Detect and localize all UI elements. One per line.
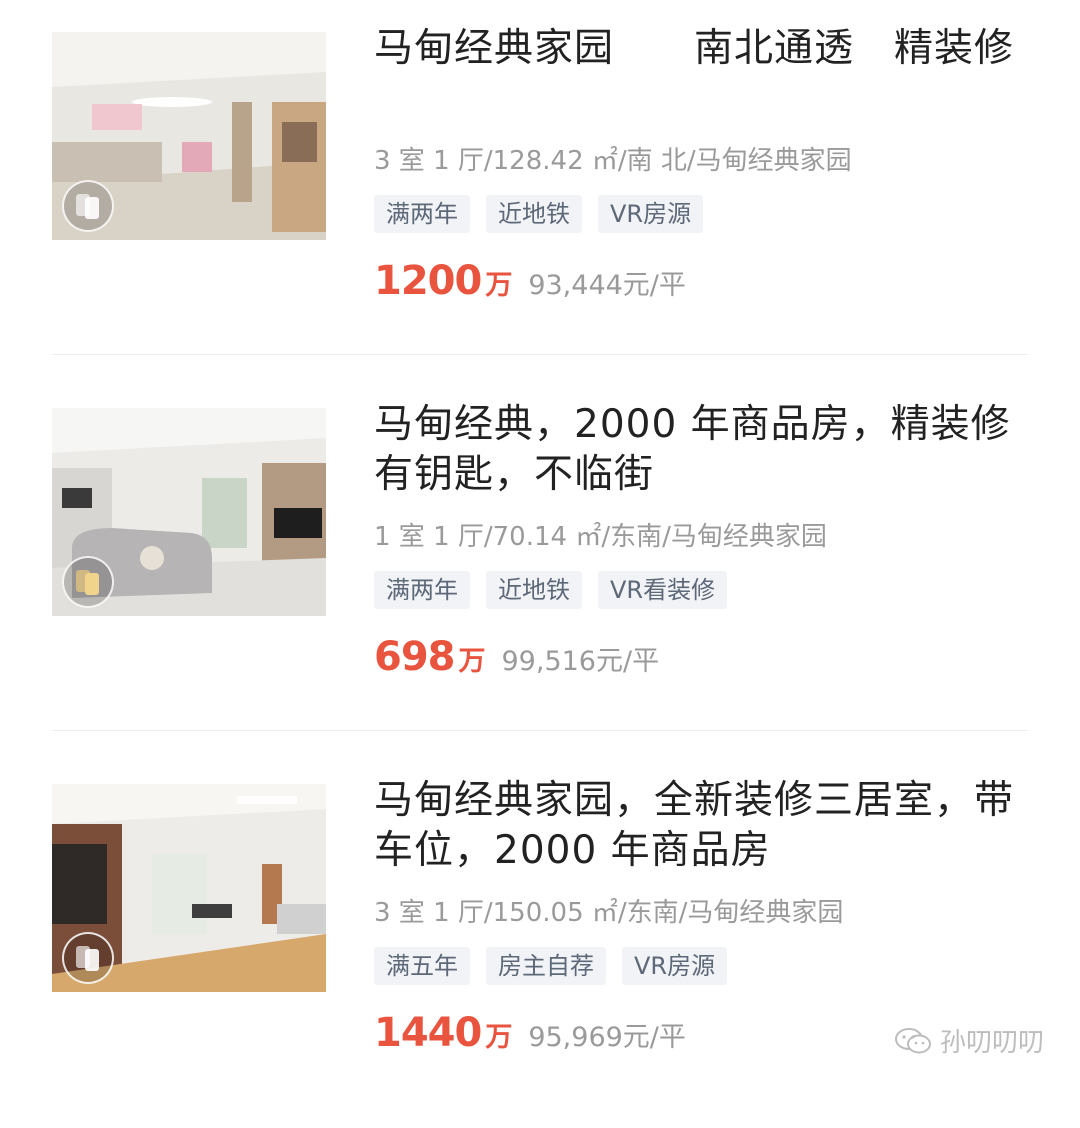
listing-photo[interactable] <box>52 784 326 992</box>
listing-meta: 1 室 1 厅/70.14 ㎡/东南/马甸经典家园 <box>374 522 827 552</box>
divider <box>52 354 1028 355</box>
tag: 满两年 <box>374 571 470 609</box>
listing-meta: 3 室 1 厅/150.05 ㎡/东南/马甸经典家园 <box>374 898 844 928</box>
listing-card[interactable]: 马甸经典，2000 年商品房，精装修有钥匙，不临街 1 室 1 厅/70.14 … <box>0 376 1080 752</box>
tag: 满两年 <box>374 195 470 233</box>
listing-meta: 3 室 1 厅/128.42 ㎡/南 北/马甸经典家园 <box>374 146 852 176</box>
divider <box>52 730 1028 731</box>
wechat-icon <box>894 1026 932 1056</box>
tag: 满五年 <box>374 947 470 985</box>
tag: VR看装修 <box>598 571 728 609</box>
total-price: 698 <box>374 634 455 680</box>
listing-title[interactable]: 马甸经典，2000 年商品房，精装修有钥匙，不临街 <box>374 400 1014 500</box>
tag: 近地铁 <box>486 571 582 609</box>
listing-title[interactable]: 马甸经典家园，全新装修三居室，带车位，2000 年商品房 <box>374 776 1014 876</box>
vr-tour-icon <box>62 932 114 984</box>
listing-photo[interactable] <box>52 32 326 240</box>
tag: 近地铁 <box>486 195 582 233</box>
total-price: 1440 <box>374 1010 482 1056</box>
unit-price: 95,969元/平 <box>528 1022 686 1053</box>
unit-price: 93,444元/平 <box>528 270 686 301</box>
unit-price: 99,516元/平 <box>501 646 660 677</box>
price-unit: 万 <box>458 646 486 677</box>
listing-title[interactable]: 马甸经典家园 南北通透 精装修 <box>374 24 1014 74</box>
listing-photo[interactable] <box>52 408 326 616</box>
listing-tags: 满两年 近地铁 VR房源 <box>374 195 704 233</box>
total-price: 1200 <box>374 258 482 304</box>
vr-tour-icon <box>62 180 114 232</box>
tag: VR房源 <box>598 195 704 233</box>
price-unit: 万 <box>485 1022 513 1053</box>
price-row: 698 万 99,516元/平 <box>374 634 659 680</box>
price-row: 1440 万 95,969元/平 <box>374 1010 686 1056</box>
price-unit: 万 <box>485 270 513 301</box>
listing-tags: 满五年 房主自荐 VR房源 <box>374 947 728 985</box>
watermark: 孙叨叨叨 <box>894 1022 1044 1059</box>
price-row: 1200 万 93,444元/平 <box>374 258 686 304</box>
vr-tour-icon <box>62 556 114 608</box>
listing-tags: 满两年 近地铁 VR看装修 <box>374 571 728 609</box>
listing-card[interactable]: 马甸经典家园 南北通透 精装修 3 室 1 厅/128.42 ㎡/南 北/马甸经… <box>0 0 1080 376</box>
listing-card[interactable]: 马甸经典家园，全新装修三居室，带车位，2000 年商品房 3 室 1 厅/150… <box>0 752 1080 1128</box>
tag: 房主自荐 <box>486 947 606 985</box>
watermark-text: 孙叨叨叨 <box>939 1028 1044 1058</box>
tag: VR房源 <box>622 947 728 985</box>
